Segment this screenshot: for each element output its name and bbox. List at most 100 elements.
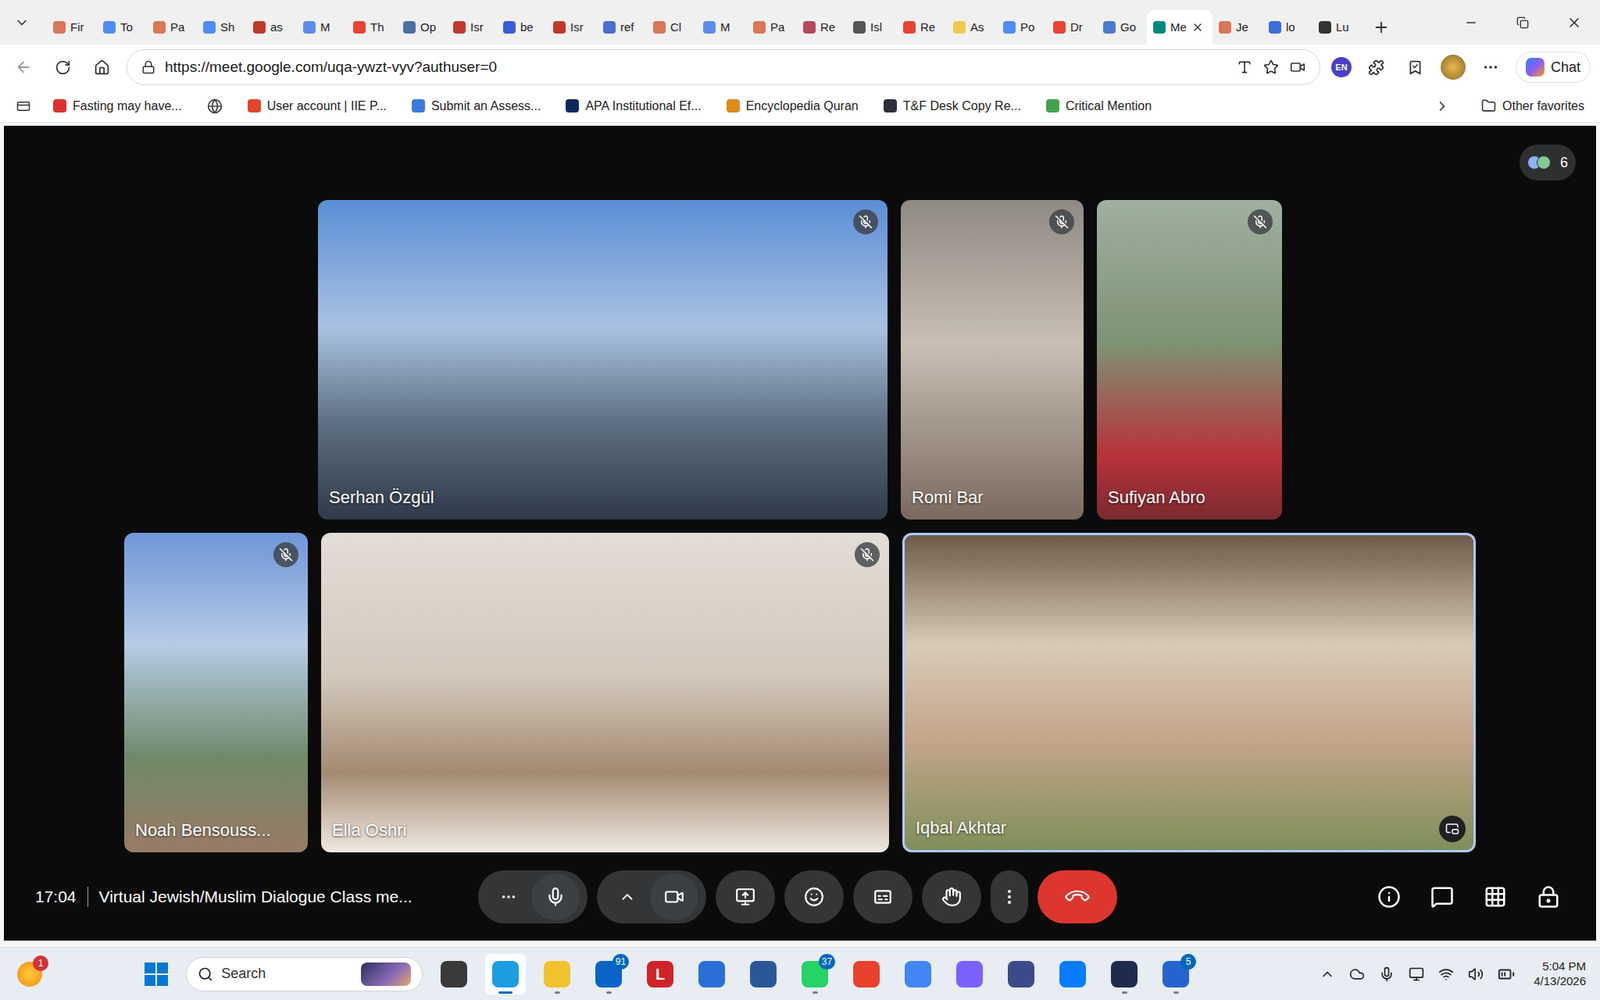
browser-tab[interactable]: Fir xyxy=(46,10,97,45)
minimize-button[interactable] xyxy=(1445,0,1497,45)
activities-icon[interactable] xyxy=(1483,885,1508,909)
browser-tab[interactable]: Go xyxy=(1096,10,1147,45)
microphone-icon[interactable] xyxy=(1378,966,1395,983)
home-button[interactable] xyxy=(87,53,116,82)
taskbar-app[interactable] xyxy=(1000,953,1042,995)
restore-button[interactable] xyxy=(1496,0,1549,45)
read-aloud-icon[interactable] xyxy=(1236,59,1253,75)
browser-tab[interactable]: Isr xyxy=(546,10,597,45)
taskbar-app[interactable] xyxy=(485,953,526,995)
taskbar-app[interactable] xyxy=(691,953,733,995)
participant-tile[interactable]: Sufiyan Abro xyxy=(1096,200,1283,520)
browser-tab[interactable]: Op xyxy=(396,10,447,45)
browser-tab[interactable]: Pa xyxy=(746,10,797,45)
taskbar-app[interactable] xyxy=(536,953,578,995)
browser-tab[interactable]: As xyxy=(946,10,997,45)
browser-tab[interactable]: M xyxy=(296,10,347,45)
taskbar-app[interactable] xyxy=(846,953,887,995)
extensions-button[interactable] xyxy=(1362,53,1391,82)
bookmark-item[interactable]: Encyclopedia Quran xyxy=(726,96,859,116)
more-bookmarks-icon[interactable] xyxy=(1434,98,1450,115)
browser-tab[interactable]: Re xyxy=(796,10,847,45)
camera-button[interactable] xyxy=(650,873,699,921)
favorites-button[interactable] xyxy=(1401,53,1430,82)
taskbar-app[interactable]: 91 xyxy=(588,953,629,995)
mic-button[interactable] xyxy=(531,873,580,921)
browser-tab[interactable]: ref xyxy=(596,10,647,45)
avatar-icon[interactable] xyxy=(1440,54,1466,80)
participants-badge[interactable]: 6 xyxy=(1519,144,1576,181)
browser-tab[interactable]: Me xyxy=(1146,10,1213,45)
profile-badge[interactable]: EN xyxy=(1331,57,1352,78)
bookmark-item[interactable]: Critical Mention xyxy=(1046,96,1152,116)
bookmark-item[interactable]: APA Institutional Ef... xyxy=(565,96,701,116)
browser-tab[interactable]: Th xyxy=(346,10,397,45)
wifi-icon[interactable] xyxy=(1438,966,1454,983)
chat-icon[interactable] xyxy=(1430,885,1454,909)
bookmark-item[interactable]: T&F Desk Copy Re... xyxy=(883,96,1022,116)
browser-tab[interactable]: Sh xyxy=(196,10,247,45)
taskbar-app[interactable] xyxy=(433,953,475,995)
taskbar-search[interactable]: Search xyxy=(185,957,423,992)
more-options-button[interactable] xyxy=(990,870,1029,924)
back-button[interactable] xyxy=(9,53,38,82)
chat-button[interactable]: Chat xyxy=(1515,51,1591,83)
close-tab-icon[interactable] xyxy=(1191,21,1204,34)
browser-tab[interactable]: Isl xyxy=(846,10,897,45)
favorite-star-icon[interactable] xyxy=(1263,59,1279,75)
leave-call-button[interactable] xyxy=(1037,870,1118,924)
video-icon[interactable] xyxy=(1289,59,1306,75)
hidden-icons-icon[interactable] xyxy=(1319,966,1336,983)
menu-button[interactable] xyxy=(1476,53,1505,82)
captions-button[interactable] xyxy=(853,870,913,924)
browser-tab[interactable]: To xyxy=(96,10,147,45)
participant-tile[interactable]: Noah Bensouss... xyxy=(124,532,308,853)
taskbar-app[interactable] xyxy=(897,953,939,995)
taskbar-app[interactable]: 5 xyxy=(1155,953,1197,995)
browser-tab[interactable]: lo xyxy=(1262,10,1313,45)
browser-tab[interactable]: Pa xyxy=(146,10,197,45)
bookmark-item[interactable]: Fasting may have... xyxy=(53,96,183,116)
bookmark-item[interactable]: User account | IIE P... xyxy=(247,96,387,116)
browser-tab[interactable]: Dr xyxy=(1046,10,1097,45)
address-field[interactable]: https://meet.google.com/uqa-ywzt-vyv?aut… xyxy=(126,49,1321,86)
widgets-button[interactable]: 1 xyxy=(14,958,46,990)
taskbar-app[interactable]: 37 xyxy=(794,953,836,995)
close-window-button[interactable] xyxy=(1548,0,1600,45)
browser-tab[interactable]: be xyxy=(496,10,547,45)
browser-tab[interactable]: Po xyxy=(996,10,1047,45)
display-icon[interactable] xyxy=(1408,966,1425,983)
refresh-button[interactable] xyxy=(48,53,77,82)
battery-icon[interactable] xyxy=(1497,965,1515,983)
reactions-button[interactable] xyxy=(784,870,844,924)
taskbar-app[interactable] xyxy=(742,953,784,995)
volume-icon[interactable] xyxy=(1467,966,1484,983)
taskbar-app[interactable] xyxy=(1052,953,1093,995)
browser-tab[interactable]: Isr xyxy=(446,10,497,45)
participant-tile[interactable]: Serhan Özgül xyxy=(317,200,888,520)
audio-options-button[interactable] xyxy=(485,870,532,924)
browser-tab[interactable]: as xyxy=(246,10,297,45)
participant-tile[interactable]: Romi Bar xyxy=(900,200,1084,520)
browser-tab[interactable]: M xyxy=(696,10,747,45)
bookmark-item[interactable]: Submit an Assess... xyxy=(411,96,542,116)
info-icon[interactable] xyxy=(1377,885,1401,909)
raise-hand-button[interactable] xyxy=(921,870,982,924)
video-options-button[interactable] xyxy=(604,870,650,924)
taskbar-app[interactable] xyxy=(949,953,990,995)
browser-tab[interactable]: Lu xyxy=(1312,10,1363,45)
clock[interactable]: 5:04 PM4/13/2026 xyxy=(1533,959,1586,990)
browser-tab[interactable]: Re xyxy=(896,10,947,45)
browser-tab[interactable]: Cl xyxy=(646,10,697,45)
browser-tab[interactable]: Je xyxy=(1212,10,1263,45)
new-tab-button[interactable] xyxy=(1365,10,1397,45)
participant-tile[interactable]: Ella Oshri xyxy=(321,532,890,853)
other-favorites[interactable]: Other favorites xyxy=(1481,96,1585,116)
tab-actions-button[interactable] xyxy=(7,8,36,37)
start-button[interactable] xyxy=(137,955,175,993)
pin-button[interactable] xyxy=(1439,815,1466,843)
globe-icon[interactable] xyxy=(207,98,223,115)
host-controls-icon[interactable] xyxy=(1536,885,1561,909)
collections-button[interactable] xyxy=(14,96,33,116)
present-button[interactable] xyxy=(715,870,775,924)
